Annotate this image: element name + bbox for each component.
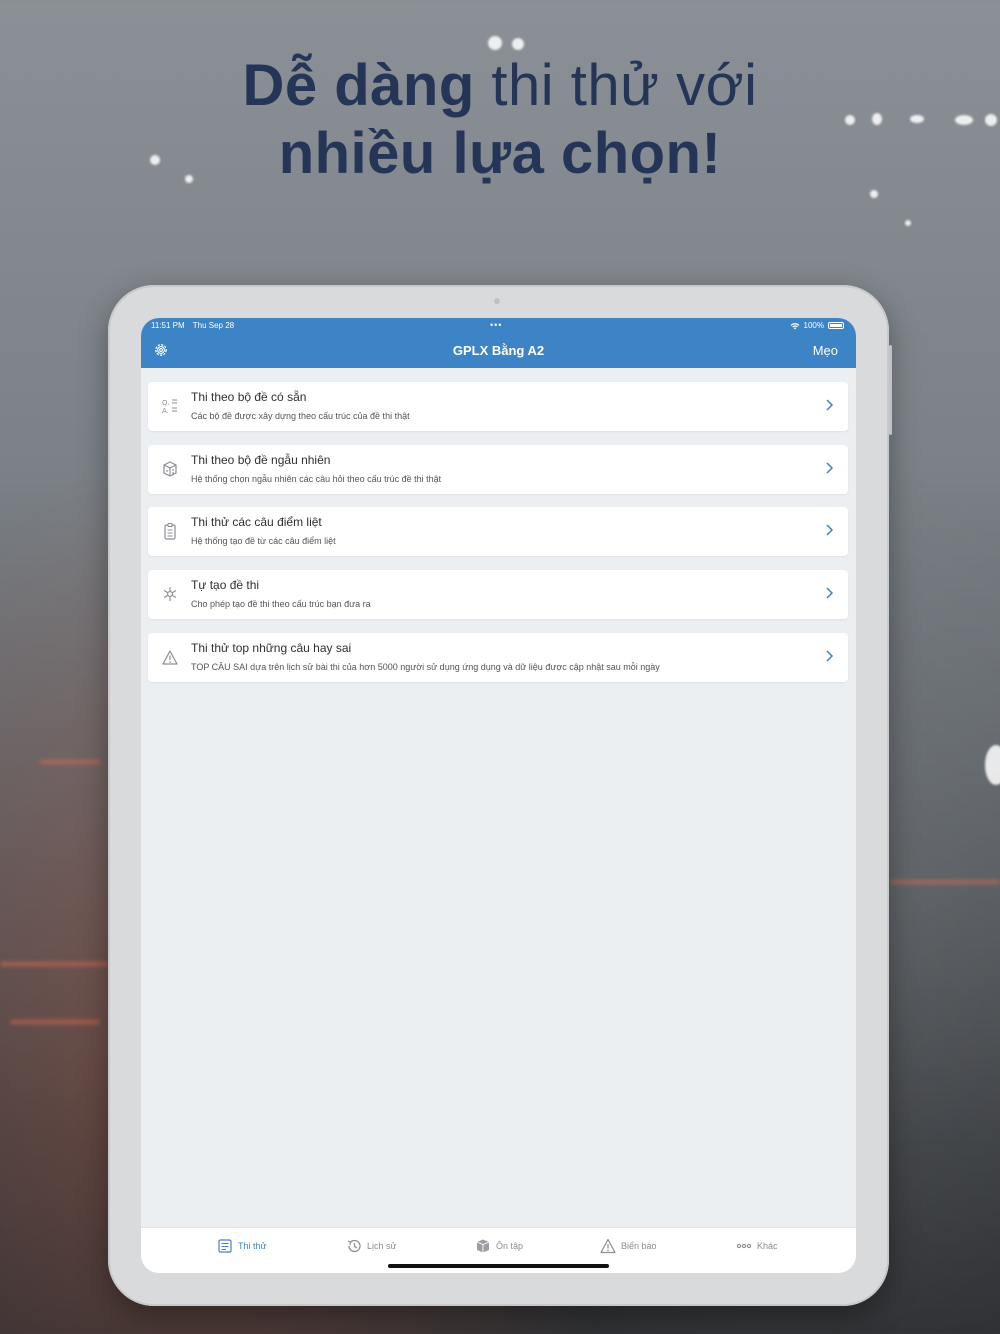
page-title: GPLX Bằng A2 (452, 343, 545, 358)
menu-item-custom-exam[interactable]: Tự tạo đề thi Cho phép tạo đề thi theo c… (148, 570, 848, 619)
warning-icon (162, 650, 178, 665)
wifi-icon (790, 322, 799, 329)
tab-bar: Thi thử Lịch sử Ôn tập Biển báo Khác (141, 1227, 856, 1273)
battery-icon (828, 322, 844, 329)
menu-item-subtitle: Hệ thống chọn ngẫu nhiên các câu hỏi the… (191, 474, 442, 484)
menu-item-subtitle: TOP CÂU SAI dựa trên lịch sử bài thi của… (191, 662, 660, 672)
headline-line-1-rest: thi thử với (491, 53, 758, 118)
chevron-right-icon (826, 462, 834, 474)
background-light (0, 962, 108, 966)
menu-item-random-exams[interactable]: Thi theo bộ đề ngẫu nhiên Hệ thống chọn … (148, 445, 848, 494)
warning-icon (600, 1238, 616, 1254)
tab-label: Lịch sử (367, 1241, 397, 1251)
tips-button[interactable]: Mẹo (813, 343, 838, 358)
exam-icon (218, 1239, 232, 1253)
app-screen: 11:51 PM Thu Sep 28 ••• 100% GPLX Bằng A… (141, 318, 856, 1273)
side-button (889, 345, 892, 435)
more-icon (736, 1243, 752, 1249)
battery-status: 100% (790, 321, 844, 330)
cube-icon (163, 461, 177, 477)
status-bar: 11:51 PM Thu Sep 28 (151, 321, 240, 330)
background-light (40, 760, 100, 764)
menu-item-title: Thi theo bộ đề có sẵn (191, 390, 307, 404)
background-light (488, 36, 502, 50)
history-icon (347, 1239, 361, 1253)
multitasking-dots[interactable]: ••• (490, 320, 502, 330)
headline-emphasis: Dễ dàng (242, 53, 475, 118)
menu-item-top-wrong[interactable]: Thi thử top những câu hay sai TOP CÂU SA… (148, 633, 848, 682)
background-light (905, 220, 911, 226)
tab-label: Ôn tập (496, 1241, 524, 1251)
menu-item-subtitle: Hệ thống tạo đề từ các câu điểm liệt (191, 536, 336, 546)
qa-list-icon: Q. A. (162, 399, 177, 415)
menu-item-critical-questions[interactable]: Thi thử các câu điểm liệt Hệ thống tạo đ… (148, 507, 848, 556)
battery-percent: 100% (803, 321, 824, 330)
background-light (870, 190, 878, 198)
camera-dot (494, 298, 500, 304)
tab-review[interactable]: Ôn tập (475, 1238, 523, 1254)
headline-line-1: Dễ dàng thi thử với (0, 52, 1000, 120)
headline-line-2: nhiều lựa chọn! (278, 121, 722, 186)
menu-item-subtitle: Cho phép tạo đề thi theo cấu trúc bạn đư… (191, 599, 371, 609)
chevron-right-icon (826, 524, 834, 536)
tab-exam[interactable]: Thi thử (217, 1238, 267, 1254)
tab-history[interactable]: Lịch sử (346, 1238, 397, 1254)
svg-text:Q.: Q. (162, 399, 170, 407)
clipboard-icon (164, 523, 176, 540)
status-time: 11:51 PM (151, 321, 185, 330)
menu-item-title: Thi theo bộ đề ngẫu nhiên (191, 453, 331, 467)
promo-headline: Dễ dàng thi thử với nhiều lựa chọn! (0, 52, 1000, 188)
chevron-right-icon (826, 399, 834, 411)
chevron-right-icon (826, 650, 834, 662)
menu-item-preset-exams[interactable]: Q. A. Thi theo bộ đề có sẵn Các bộ đề đư… (148, 382, 848, 431)
tab-label: Khác (757, 1241, 778, 1251)
home-indicator[interactable] (388, 1264, 609, 1268)
box-icon (476, 1239, 490, 1253)
snowflake-gear-icon (163, 587, 177, 601)
navigation-bar: 11:51 PM Thu Sep 28 ••• 100% GPLX Bằng A… (141, 318, 856, 368)
status-date: Thu Sep 28 (192, 321, 235, 330)
chevron-right-icon (826, 587, 834, 599)
tab-more[interactable]: Khác (736, 1238, 778, 1254)
background-light (512, 38, 524, 50)
menu-item-title: Tự tạo đề thi (191, 578, 260, 592)
background-light (985, 745, 1000, 785)
menu-item-subtitle: Các bộ đề được xây dựng theo cấu trúc củ… (191, 411, 410, 421)
tab-label: Biển báo (621, 1241, 657, 1251)
background-light (10, 1020, 100, 1024)
svg-text:A.: A. (162, 407, 169, 415)
background-light (890, 880, 1000, 884)
menu-item-title: Thi thử top những câu hay sai (191, 641, 352, 655)
tab-label: Thi thử (238, 1241, 267, 1251)
tab-road-signs[interactable]: Biển báo (600, 1238, 657, 1254)
menu-item-title: Thi thử các câu điểm liệt (191, 515, 322, 529)
